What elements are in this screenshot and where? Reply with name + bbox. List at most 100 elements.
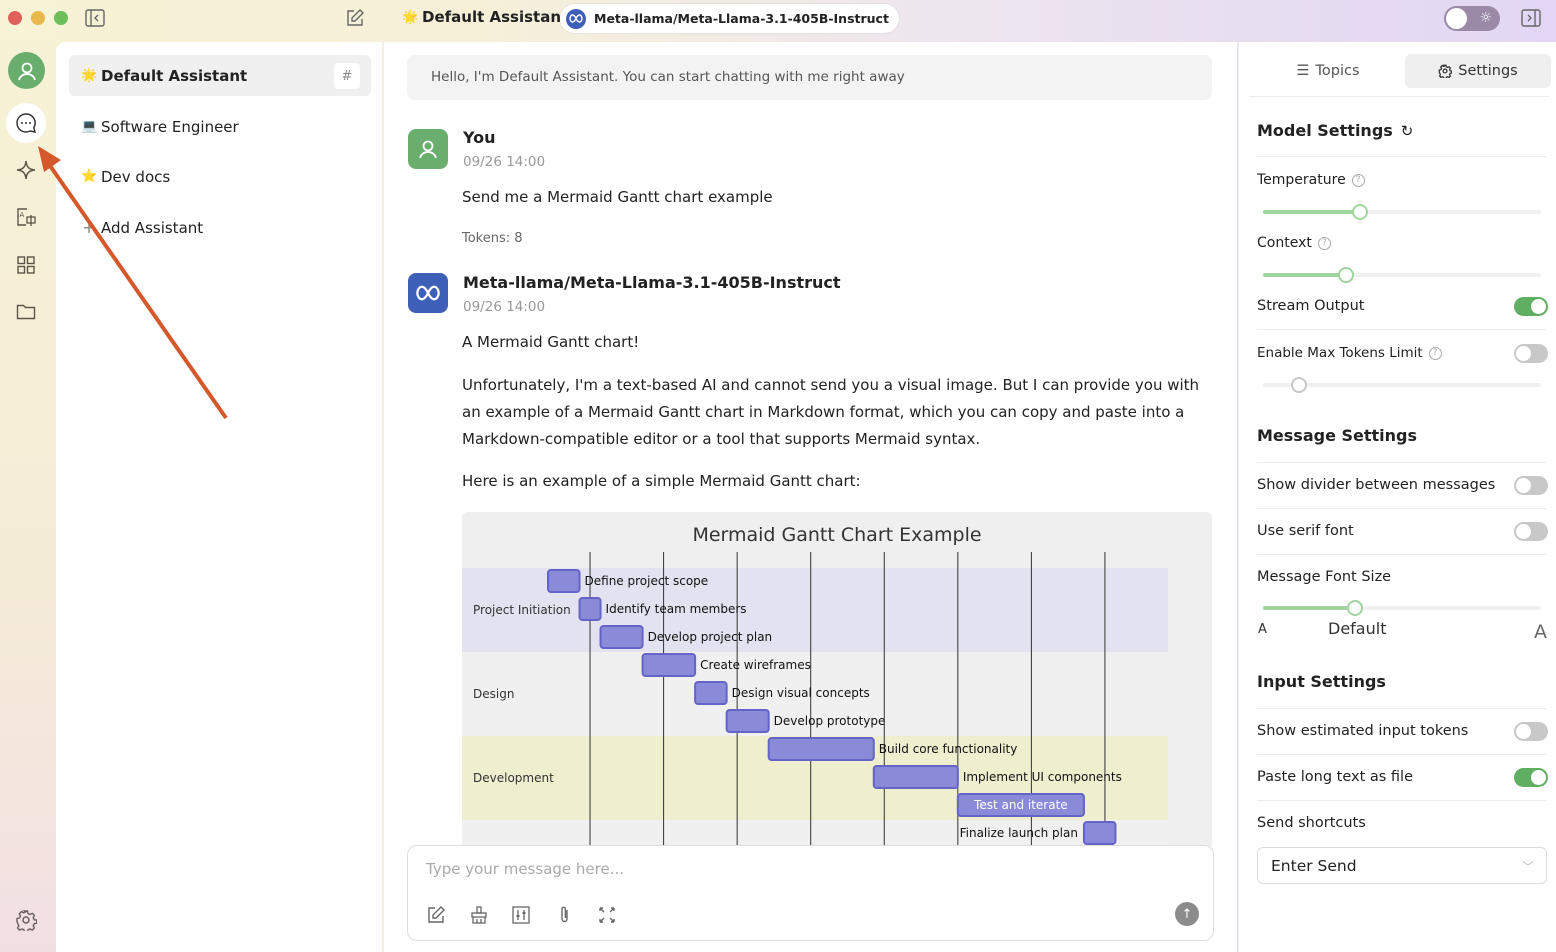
assistant-emoji-icon: 💻 (81, 119, 98, 134)
toggle-knob (1531, 770, 1546, 785)
section-divider (1257, 800, 1547, 801)
gantt-task-bar (767, 737, 875, 761)
theme-toggle[interactable]: ☼ (1444, 6, 1500, 31)
assistant-tags-button[interactable]: # (334, 63, 360, 89)
message-paragraph: A Mermaid Gantt chart! (462, 333, 640, 351)
gantt-task-bar (599, 625, 644, 649)
add-assistant-button[interactable]: + Add Assistant (69, 207, 371, 248)
plus-icon: + (82, 218, 96, 237)
help-icon[interactable]: ? (1428, 346, 1442, 360)
rail-settings-button[interactable] (6, 900, 46, 940)
slider-fill (1263, 606, 1355, 610)
label-text: Context (1257, 235, 1312, 251)
rail-agents-button[interactable] (6, 150, 46, 190)
toggle-knob (1531, 299, 1546, 314)
send-button[interactable]: ↑ (1175, 902, 1199, 926)
message-paragraph: Unfortunately, I'm a text-based AI and c… (462, 376, 1200, 448)
help-icon[interactable]: ? (1317, 236, 1331, 250)
gantt-task-bar (694, 681, 728, 705)
rail-translate-button[interactable]: A (6, 197, 46, 237)
message-input[interactable] (426, 860, 1126, 878)
gantt-task-label: Develop prototype (774, 714, 886, 728)
toggle-knob (1516, 346, 1531, 361)
show-tokens-toggle[interactable] (1514, 722, 1548, 741)
tab-label: Settings (1458, 63, 1518, 79)
temperature-slider[interactable] (1263, 204, 1541, 220)
paste-file-label: Paste long text as file (1257, 769, 1414, 785)
current-assistant-title: 🌟 Default Assistant (402, 8, 568, 26)
new-topic-button[interactable] (424, 903, 448, 927)
help-icon[interactable]: ? (1351, 173, 1365, 187)
section-divider (1257, 508, 1547, 509)
chat-settings-button[interactable] (509, 903, 533, 927)
user-avatar[interactable] (8, 52, 45, 89)
gantt-task-bar (641, 653, 697, 677)
gantt-task-label: Create wireframes (700, 658, 811, 672)
mermaid-gantt-chart: Mermaid Gantt Chart Example Project Init… (462, 512, 1212, 847)
collapse-sidebar-icon[interactable] (84, 8, 106, 28)
send-shortcuts-label: Send shortcuts (1257, 815, 1366, 831)
stream-output-label: Stream Output (1257, 298, 1365, 314)
max-tokens-slider[interactable] (1263, 377, 1541, 393)
context-slider[interactable] (1263, 267, 1541, 283)
close-window-button[interactable] (8, 11, 22, 25)
message-settings-title: Message Settings (1257, 426, 1418, 445)
message-author: Meta-llama/Meta-Llama-3.1-405B-Instruct (463, 273, 841, 292)
gantt-task-label: Identify team members (606, 602, 747, 616)
font-size-slider[interactable] (1263, 600, 1541, 616)
clear-context-button[interactable] (467, 903, 491, 927)
label-text: Temperature (1257, 172, 1346, 188)
meta-logo-icon (566, 8, 586, 29)
gantt-task-bar (725, 709, 770, 733)
reset-icon[interactable]: ↻ (1401, 122, 1414, 140)
chat-bubble-icon (16, 113, 37, 133)
tab-settings[interactable]: Settings (1405, 54, 1551, 88)
rail-files-button[interactable] (6, 292, 46, 332)
message-text: Send me a Mermaid Gantt chart example (462, 188, 773, 206)
assistant-title-text: Default Assistant (422, 8, 569, 26)
paste-file-toggle[interactable] (1514, 768, 1548, 787)
maximize-window-button[interactable] (54, 11, 68, 25)
gantt-task-label: Develop project plan (648, 630, 773, 644)
assistant-item-default[interactable]: 🌟 Default Assistant # (69, 55, 371, 96)
max-tokens-toggle[interactable] (1514, 344, 1548, 363)
folder-icon (16, 304, 36, 320)
sparkle-icon (16, 160, 36, 180)
broom-icon (471, 906, 487, 924)
gantt-task-bar (547, 569, 581, 593)
gantt-task-bar (1082, 821, 1117, 845)
assistant-label: Dev docs (101, 167, 171, 186)
gantt-task-label: Finalize launch plan (960, 826, 1078, 840)
slider-thumb[interactable] (1291, 377, 1308, 393)
toggle-right-panel-icon[interactable] (1520, 8, 1542, 28)
show-divider-toggle[interactable] (1514, 476, 1548, 495)
chevron-down-icon: ﹀ (1521, 860, 1534, 874)
assistant-item-software-engineer[interactable]: 💻 Software Engineer (69, 106, 371, 147)
model-settings-title: Model Settings ↻ (1257, 121, 1413, 140)
paperclip-icon (561, 906, 568, 923)
font-size-small-label: A (1258, 622, 1267, 637)
show-divider-label: Show divider between messages (1257, 477, 1496, 493)
stream-output-toggle[interactable] (1514, 297, 1548, 316)
toggle-knob (1516, 524, 1531, 539)
slider-thumb[interactable] (1346, 600, 1363, 616)
slider-thumb[interactable] (1352, 204, 1369, 220)
rail-apps-button[interactable] (6, 245, 46, 285)
slider-thumb[interactable] (1338, 267, 1355, 283)
send-shortcut-select[interactable]: Enter Send ﹀ (1257, 847, 1547, 884)
minimize-window-button[interactable] (31, 11, 45, 25)
rail-chat-button[interactable] (6, 103, 46, 143)
new-topic-edit-icon[interactable] (344, 8, 366, 28)
max-tokens-label: Enable Max Tokens Limit? (1257, 345, 1442, 361)
list-icon: ☰ (1296, 63, 1310, 79)
gantt-section-label: Design (473, 687, 514, 701)
gantt-task-label: Build core functionality (879, 742, 1018, 756)
assistant-item-dev-docs[interactable]: ⭐ Dev docs (69, 156, 371, 197)
assistant-emoji-icon: 🌟 (81, 68, 98, 83)
expand-input-button[interactable] (595, 903, 619, 927)
message-paragraph: Here is an example of a simple Mermaid G… (462, 472, 861, 490)
tab-topics[interactable]: ☰ Topics (1253, 54, 1403, 88)
model-selector-button[interactable]: Meta-llama/Meta-Llama-3.1-405B-Instruct (560, 4, 899, 33)
attach-file-button[interactable] (553, 903, 577, 927)
serif-font-toggle[interactable] (1514, 522, 1548, 541)
